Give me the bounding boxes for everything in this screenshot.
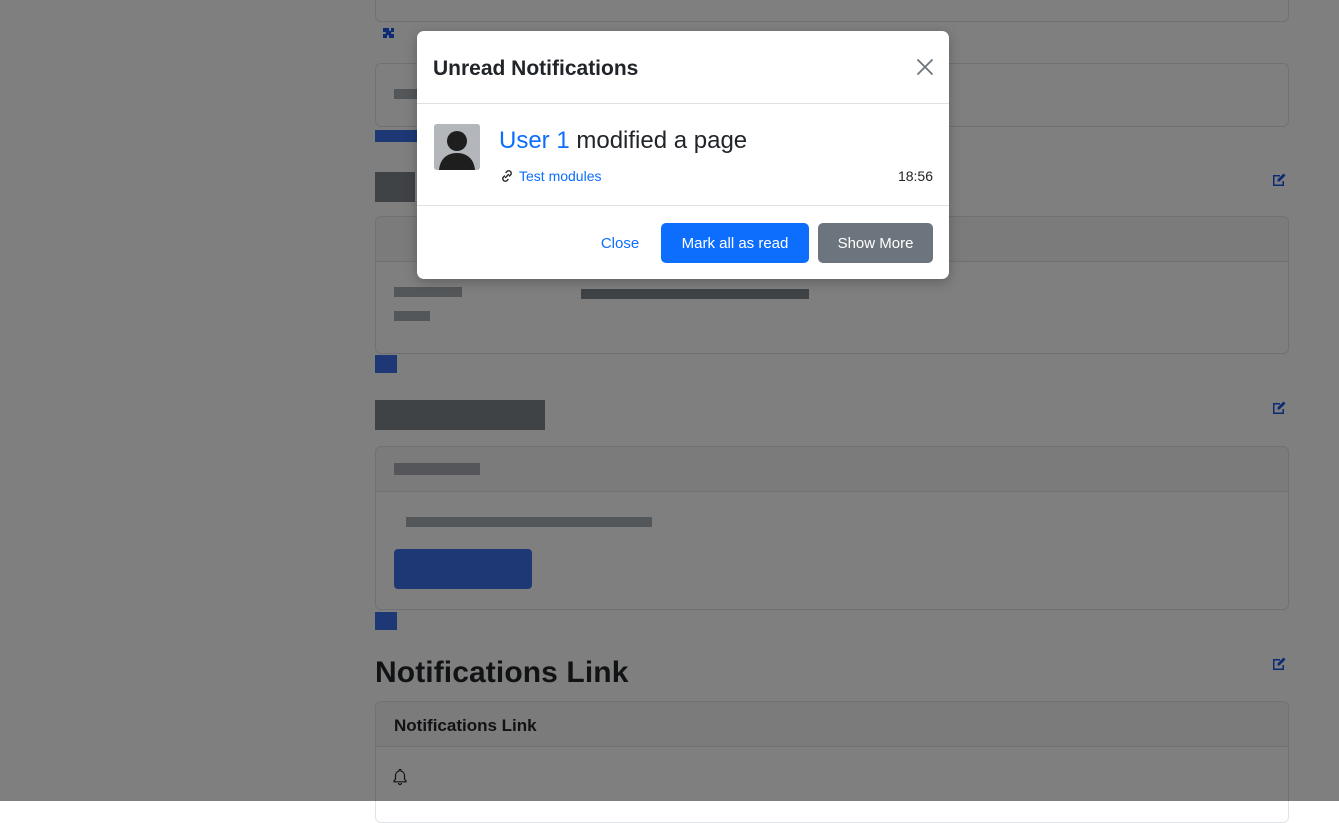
notification-action: modified a page <box>576 127 748 154</box>
modal-footer: Close Mark all as read Show More <box>417 205 949 279</box>
notification-time: 18:56 <box>897 168 933 184</box>
notifications-modal: Unread Notifications User 1 modified a p… <box>417 31 949 279</box>
link-icon <box>502 170 512 182</box>
close-button[interactable]: Close <box>585 223 655 263</box>
notification-page-link[interactable]: Test modules <box>519 168 601 184</box>
mark-all-read-button[interactable]: Mark all as read <box>661 223 809 263</box>
close-icon[interactable] <box>913 55 937 79</box>
show-more-button[interactable]: Show More <box>818 223 933 263</box>
modal-header: Unread Notifications <box>417 31 949 104</box>
notification-page-link-row[interactable]: Test modules <box>499 168 601 184</box>
notification-text: User 1 modified a page <box>499 127 747 155</box>
modal-title: Unread Notifications <box>433 57 639 80</box>
modal-body: User 1 modified a page Test modules 18:5… <box>417 104 949 205</box>
notification-user-link[interactable]: User 1 <box>499 127 570 154</box>
user-silhouette-icon <box>434 124 480 170</box>
